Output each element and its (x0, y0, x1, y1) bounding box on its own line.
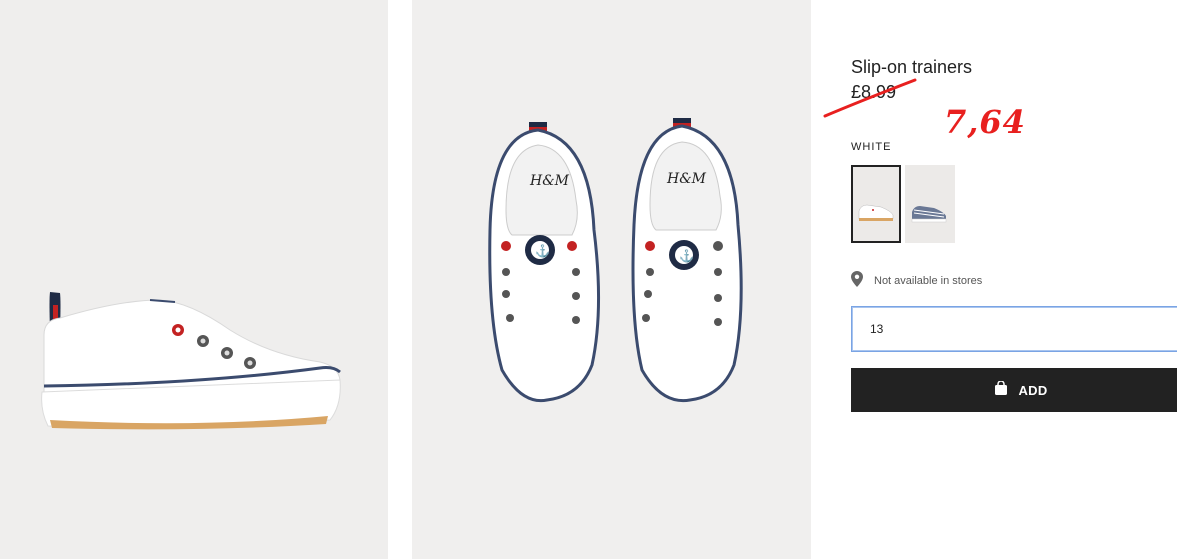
product-details-panel: Slip-on trainers £8.99 7,64 WHITE Not av… (823, 0, 1177, 559)
availability-text: Not available in stores (874, 275, 983, 287)
shopping-bag-icon (994, 379, 1008, 400)
add-to-bag-button[interactable]: ADD (851, 368, 1177, 412)
swatch-blue-striped[interactable] (905, 165, 955, 243)
size-select[interactable]: 13 (851, 306, 1177, 352)
svg-text:⚓: ⚓ (679, 249, 694, 263)
swatch-white[interactable] (851, 165, 901, 243)
new-price-annotation: 7,64 (944, 103, 1026, 141)
svg-text:H&M: H&M (666, 171, 707, 187)
location-pin-icon (851, 270, 863, 292)
size-select-value: 13 (870, 322, 884, 336)
store-availability: Not available in stores (851, 270, 983, 292)
color-label: WHITE (851, 141, 892, 153)
svg-text:H&M: H&M (529, 173, 570, 189)
add-button-label: ADD (1018, 382, 1048, 398)
product-image-side-view[interactable] (0, 0, 388, 559)
product-image-top-view[interactable]: H&M ⚓ H&M ⚓ (412, 0, 811, 559)
svg-text:⚓: ⚓ (535, 244, 550, 258)
price-strike-annotation (823, 78, 917, 118)
